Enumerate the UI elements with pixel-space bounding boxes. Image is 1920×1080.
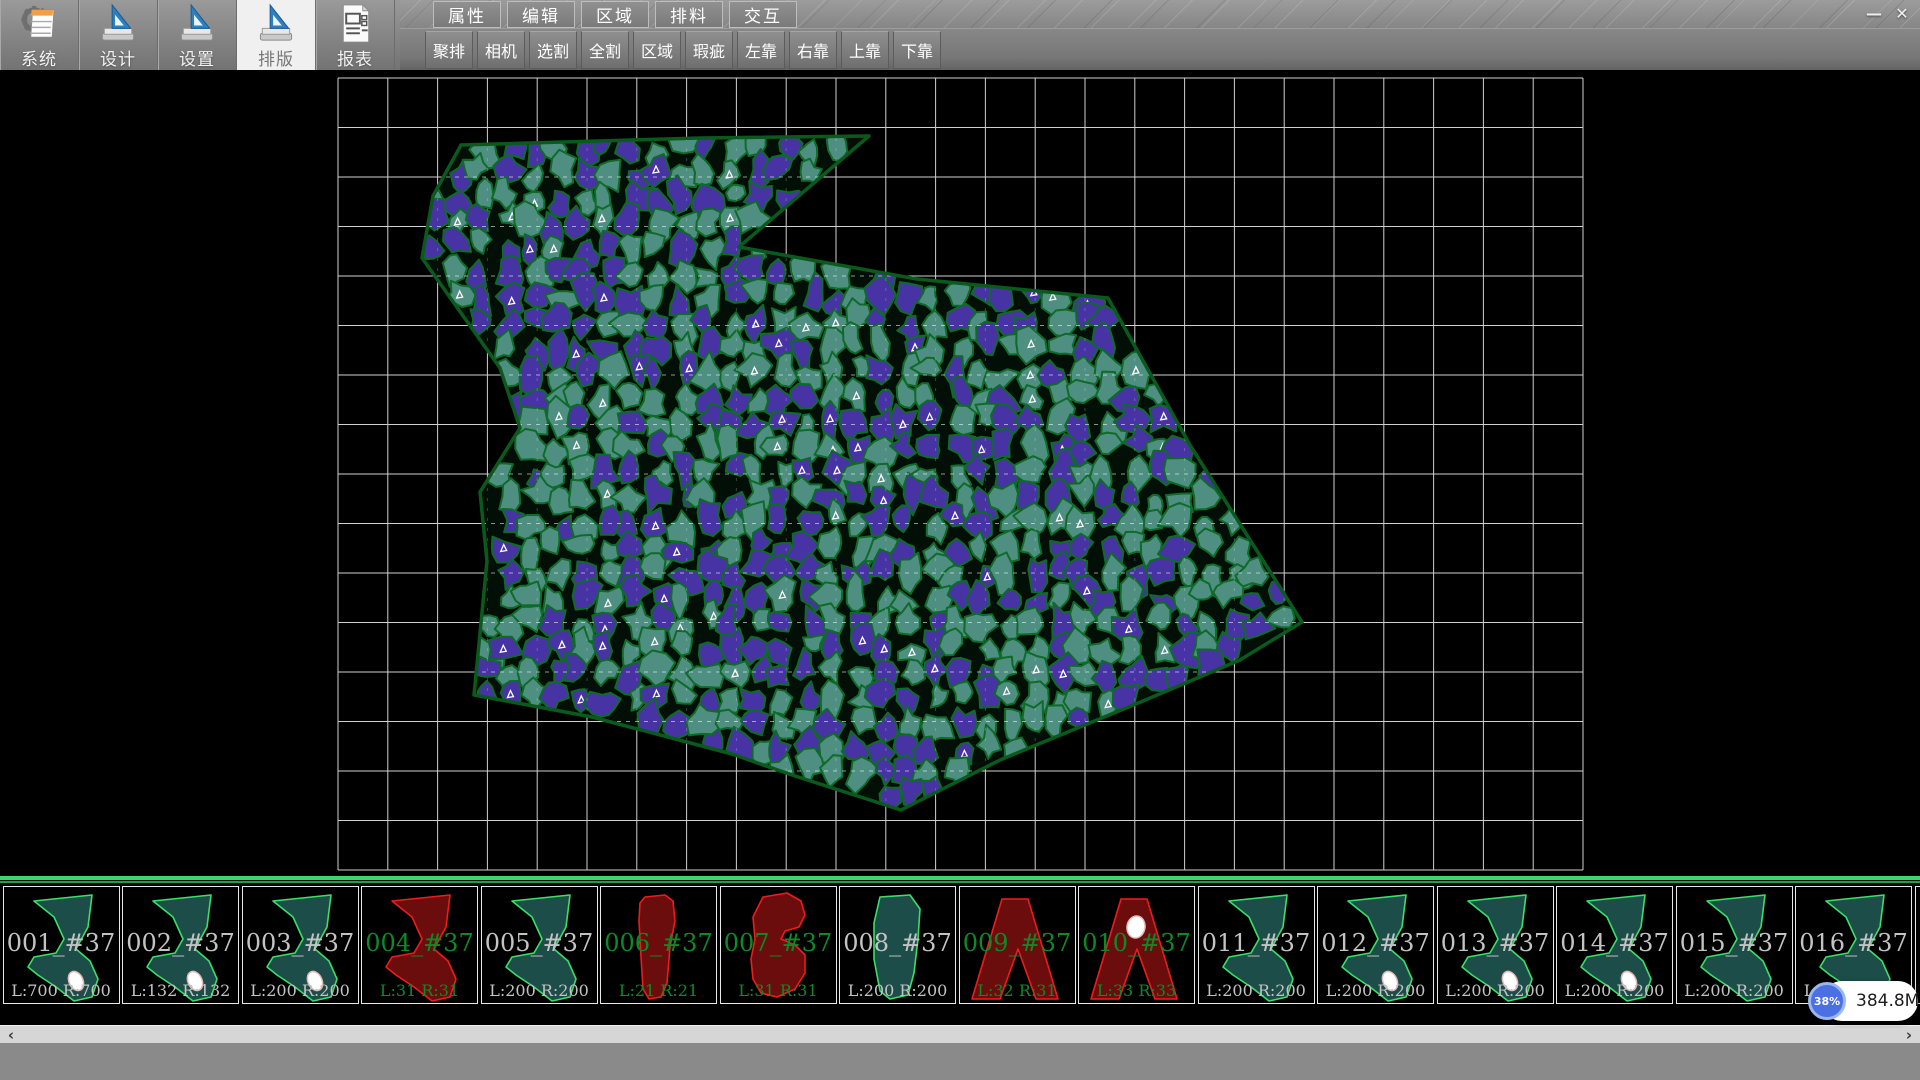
piece-shape — [243, 887, 358, 1003]
toolbar: 系统 设计 设置 — [0, 0, 1920, 70]
piece-shape — [1557, 887, 1672, 1003]
piece-shape — [601, 887, 716, 1003]
region-button[interactable]: 区域 — [633, 31, 681, 69]
design-button[interactable]: 设计 — [79, 0, 158, 70]
system-button[interactable]: 系统 — [0, 0, 79, 70]
progress-badge[interactable]: 38% 384.8M — [1808, 980, 1918, 1022]
align-right-button[interactable]: 右靠 — [789, 31, 837, 69]
progress-percent: 38% — [1808, 982, 1846, 1020]
piece-shape — [1438, 887, 1553, 1003]
action-bar: 聚排 相机 选割 全割 区域 瑕疵 左靠 右靠 上靠 下靠 — [400, 28, 1920, 70]
piece-thumbnail[interactable]: 001_#37L:700 R:700 — [3, 886, 120, 1004]
action-buttons: 聚排 相机 选割 全割 区域 瑕疵 左靠 右靠 上靠 下靠 — [425, 31, 945, 69]
camera-button[interactable]: 相机 — [477, 31, 525, 69]
piece-shape — [960, 887, 1075, 1003]
tab-nesting[interactable]: 排料 — [655, 1, 723, 28]
piece-shape — [840, 887, 955, 1003]
select-cut-button[interactable]: 选割 — [529, 31, 577, 69]
report-icon — [335, 2, 375, 45]
app-window: 系统 设计 设置 — [0, 0, 1920, 1080]
align-top-button[interactable]: 上靠 — [841, 31, 889, 69]
piece-thumbnail[interactable]: 002_#37L:132 R:132 — [122, 886, 239, 1004]
piece-thumbnail[interactable]: 003_#37L:200 R:200 — [242, 886, 359, 1004]
horizontal-scrollbar[interactable]: ‹ › — [0, 1025, 1920, 1044]
settings-icon — [177, 2, 217, 45]
piece-thumbnail[interactable]: 013_#37L:200 R:200 — [1437, 886, 1554, 1004]
design-icon — [98, 2, 138, 45]
strip-separator — [0, 876, 1920, 885]
piece-shape — [482, 887, 597, 1003]
tab-interaction[interactable]: 交互 — [729, 1, 797, 28]
report-button[interactable]: 报表 — [316, 0, 395, 70]
tab-edit[interactable]: 编辑 — [507, 1, 575, 28]
scroll-left-icon[interactable]: ‹ — [0, 1026, 22, 1044]
piece-shape — [123, 887, 238, 1003]
piece-thumbnail[interactable]: 009_#37L:32 R:31 — [959, 886, 1076, 1004]
piece-thumbnail[interactable]: 008_#37L:200 R:200 — [839, 886, 956, 1004]
piece-thumbnail[interactable]: 014_#37L:200 R:200 — [1556, 886, 1673, 1004]
design-button-label: 设计 — [100, 45, 136, 70]
piece-shape — [4, 887, 119, 1003]
system-button-label: 系统 — [21, 45, 57, 70]
piece-thumbnail[interactable]: 012_#37L:200 R:200 — [1317, 886, 1434, 1004]
report-button-label: 报表 — [337, 45, 373, 70]
settings-button[interactable]: 设置 — [158, 0, 237, 70]
memory-value: 384.8M — [1856, 980, 1919, 1022]
piece-shape — [721, 887, 836, 1003]
cut-all-button[interactable]: 全割 — [581, 31, 629, 69]
piece-thumbnail[interactable]: 015_#37L:200 R:200 — [1676, 886, 1793, 1004]
menu-tabs: 属性 编辑 区域 排料 交互 — [433, 1, 803, 28]
piece-thumbnail[interactable]: 010_#37L:33 R:33 — [1078, 886, 1195, 1004]
defect-button[interactable]: 瑕疵 — [685, 31, 733, 69]
piece-thumbnail[interactable]: 005_#37L:200 R:200 — [481, 886, 598, 1004]
piece-thumbnail[interactable]: 006_#37L:21 R:21 — [600, 886, 717, 1004]
nesting-button-label: 排版 — [258, 45, 294, 70]
piece-thumbnail[interactable]: 004_#37L:31 R:31 — [361, 886, 478, 1004]
piece-thumbnail[interactable]: 011_#37L:200 R:200 — [1198, 886, 1315, 1004]
scroll-right-icon[interactable]: › — [1898, 1026, 1920, 1044]
tab-region[interactable]: 区域 — [581, 1, 649, 28]
piece-shape — [1199, 887, 1314, 1003]
main-toolbar: 系统 设计 设置 — [0, 0, 395, 70]
piece-thumbnail-strip: 001_#37L:700 R:700002_#37L:132 R:132003_… — [0, 885, 1920, 1008]
cluster-nest-button[interactable]: 聚排 — [425, 31, 473, 69]
system-icon — [19, 2, 59, 45]
close-button[interactable]: ✕ — [1888, 2, 1916, 24]
nesting-canvas[interactable] — [0, 70, 1920, 876]
menu-bar: 属性 编辑 区域 排料 交互 — ✕ — [400, 0, 1920, 28]
settings-button-label: 设置 — [179, 45, 215, 70]
piece-shape — [1677, 887, 1792, 1003]
minimize-button[interactable]: — — [1860, 2, 1888, 24]
piece-shape — [1079, 887, 1194, 1003]
align-left-button[interactable]: 左靠 — [737, 31, 785, 69]
piece-shape — [1318, 887, 1433, 1003]
piece-thumbnail[interactable]: 007_#37L:31 R:31 — [720, 886, 837, 1004]
window-controls: — ✕ — [1860, 0, 1916, 26]
hide-nesting-layout — [0, 70, 1920, 876]
piece-shape — [362, 887, 477, 1003]
tab-properties[interactable]: 属性 — [433, 1, 501, 28]
nesting-button[interactable]: 排版 — [237, 0, 316, 70]
nesting-icon — [256, 2, 296, 45]
status-bar — [0, 1043, 1920, 1080]
align-bottom-button[interactable]: 下靠 — [893, 31, 941, 69]
